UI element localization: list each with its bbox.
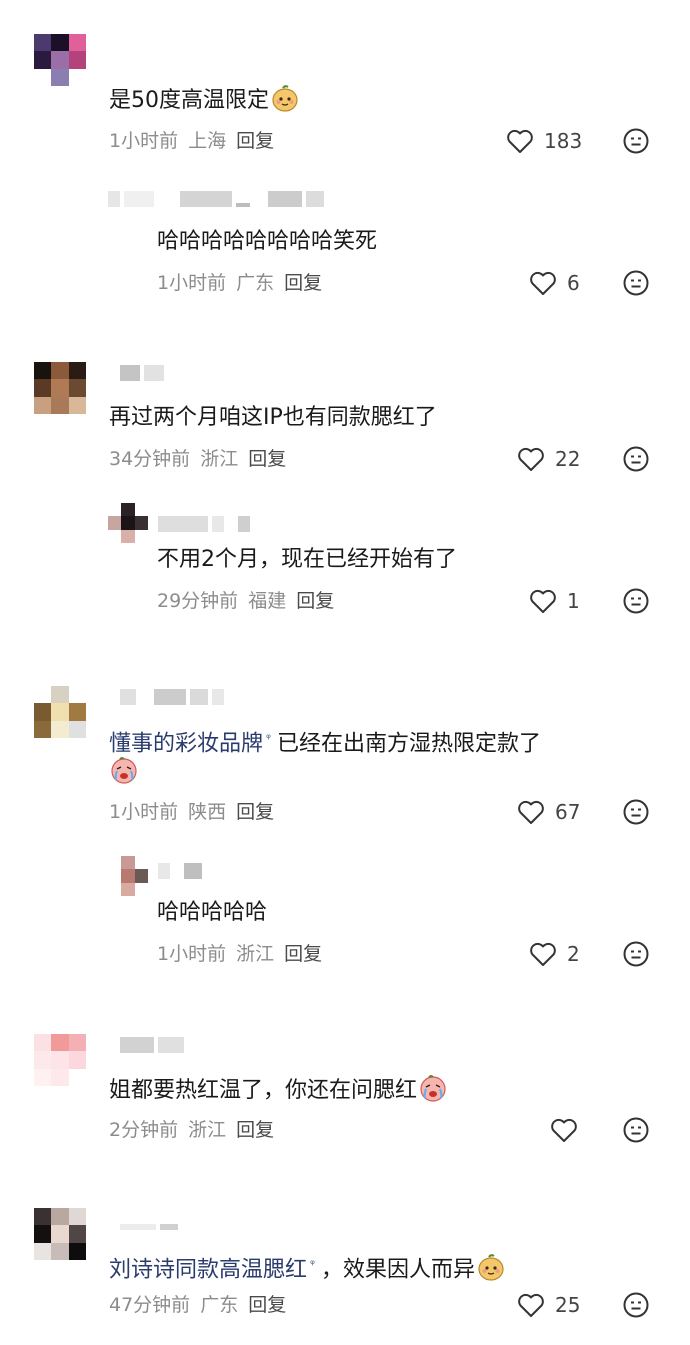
avatar[interactable]	[34, 1034, 86, 1086]
meh-face-icon[interactable]	[623, 799, 649, 825]
heart-outline-icon	[518, 800, 544, 824]
search-link[interactable]: 刘诗诗同款高温腮红	[109, 1257, 307, 1282]
username-blurred	[120, 1218, 178, 1236]
reply-button[interactable]: 回复	[236, 799, 274, 825]
reply-region: 福建	[248, 590, 287, 612]
search-link[interactable]: 懂事的彩妆品牌	[109, 731, 263, 756]
avatar[interactable]	[34, 362, 86, 414]
meh-face-icon[interactable]	[623, 1117, 649, 1143]
reply-time: 1小时前	[157, 272, 227, 294]
comment-meta: 47分钟前 广东 回复	[109, 1292, 286, 1318]
heart-outline-icon	[530, 589, 556, 613]
comment-region: 广东	[200, 1294, 239, 1316]
like-button[interactable]: 22	[517, 444, 580, 474]
search-icon[interactable]: ᵠ	[266, 731, 271, 745]
comment-text: 懂事的彩妆品牌 ᵠ 已经在出南方湿热限定款了	[109, 731, 542, 757]
reply-region: 浙江	[236, 943, 275, 965]
comment-time: 1小时前	[109, 130, 179, 152]
reply-button[interactable]: 回复	[248, 1292, 286, 1318]
heart-outline-icon	[530, 271, 556, 295]
comment-text: 姐都要热红温了，你还在问腮红	[109, 1074, 447, 1107]
comment-time: 47分钟前	[109, 1294, 191, 1316]
comment-region: 上海	[188, 130, 227, 152]
reply-button[interactable]: 回复	[236, 128, 274, 154]
comment-region: 浙江	[200, 448, 239, 470]
meh-face-icon[interactable]	[623, 270, 649, 296]
like-count: 22	[555, 447, 581, 471]
reply-button[interactable]: 回复	[248, 446, 286, 472]
comment-text: 是50度高温限定	[109, 84, 299, 117]
avatar[interactable]	[108, 856, 148, 896]
meh-face-icon[interactable]	[623, 1292, 649, 1318]
comment-meta: 1小时前 上海 回复	[109, 128, 274, 154]
reply-text: 哈哈哈哈哈	[157, 900, 268, 925]
like-count: 67	[555, 800, 581, 824]
pear-face-emoji	[272, 85, 298, 112]
username-blurred	[120, 1036, 184, 1054]
comment-text: 再过两个月咱这IP也有同款腮红了	[109, 405, 437, 430]
reply-username-blurred	[108, 190, 324, 208]
reply-username-blurred	[158, 515, 250, 533]
reply-button[interactable]: 回复	[284, 270, 322, 296]
reply-button[interactable]: 回复	[296, 588, 334, 614]
heart-outline-icon	[507, 129, 533, 153]
like-button[interactable]: 183	[506, 126, 582, 156]
avatar[interactable]	[34, 1208, 86, 1260]
heart-outline-icon	[518, 1293, 544, 1317]
reply-time: 1小时前	[157, 943, 227, 965]
meh-face-icon[interactable]	[623, 128, 649, 154]
reply-time: 29分钟前	[157, 590, 239, 612]
like-button[interactable]: 2	[529, 939, 580, 969]
username-blurred	[120, 688, 224, 706]
reply-text: 不用2个月，现在已经开始有了	[157, 547, 457, 572]
crying-face-emoji	[420, 1075, 446, 1102]
username-blurred	[120, 364, 164, 382]
reply-username-blurred	[158, 862, 202, 880]
reply-region: 广东	[236, 272, 275, 294]
comment-time: 1小时前	[109, 801, 179, 823]
crying-face-emoji	[111, 757, 137, 784]
meh-face-icon[interactable]	[623, 588, 649, 614]
meh-face-icon[interactable]	[623, 446, 649, 472]
like-button[interactable]: 25	[517, 1290, 580, 1320]
like-button[interactable]: 1	[529, 586, 580, 616]
heart-outline-icon	[551, 1118, 577, 1142]
like-count: 2	[567, 942, 580, 966]
comment-meta: 1小时前 陕西 回复	[109, 799, 274, 825]
like-count: 183	[544, 129, 583, 153]
reply-meta: 29分钟前 福建 回复	[157, 588, 334, 614]
reply-button[interactable]: 回复	[236, 1117, 274, 1143]
like-button[interactable]	[550, 1115, 588, 1145]
reply-meta: 1小时前 广东 回复	[157, 270, 322, 296]
like-button[interactable]: 6	[529, 268, 580, 298]
comment-region: 陕西	[188, 801, 227, 823]
comment-region: 浙江	[188, 1119, 227, 1141]
avatar[interactable]	[34, 686, 86, 738]
comment-text: 刘诗诗同款高温腮红 ᵠ ，效果因人而异	[109, 1248, 505, 1286]
search-icon[interactable]: ᵠ	[310, 1257, 315, 1271]
avatar[interactable]	[108, 503, 148, 543]
comment-meta: 2分钟前 浙江 回复	[109, 1117, 274, 1143]
heart-outline-icon	[518, 447, 544, 471]
like-count: 6	[567, 271, 580, 295]
like-button[interactable]: 67	[517, 797, 580, 827]
like-count: 1	[567, 589, 580, 613]
avatar[interactable]	[34, 34, 86, 86]
comment-time: 34分钟前	[109, 448, 191, 470]
heart-outline-icon	[530, 942, 556, 966]
like-count: 25	[555, 1293, 581, 1317]
meh-face-icon[interactable]	[623, 941, 649, 967]
reply-meta: 1小时前 浙江 回复	[157, 941, 322, 967]
pear-face-emoji	[478, 1254, 504, 1281]
comment-time: 2分钟前	[109, 1119, 179, 1141]
reply-button[interactable]: 回复	[284, 941, 322, 967]
comment-meta: 34分钟前 浙江 回复	[109, 446, 286, 472]
reply-text: 哈哈哈哈哈哈哈哈笑死	[157, 229, 378, 254]
